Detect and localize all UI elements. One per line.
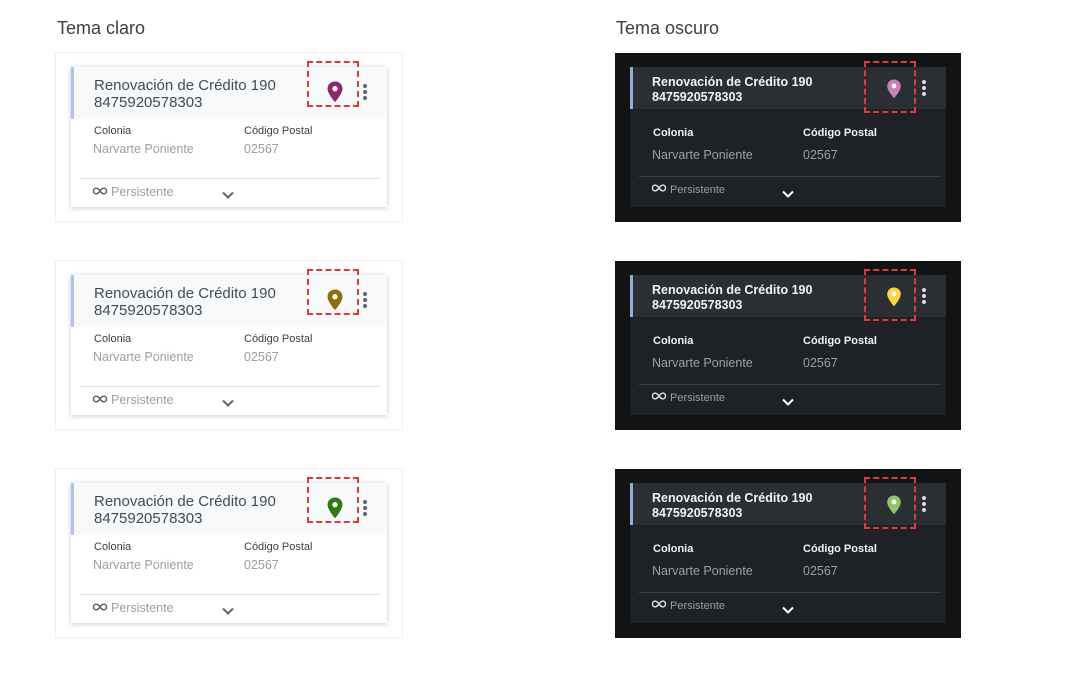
infinity-icon bbox=[651, 599, 667, 612]
infinity-icon bbox=[92, 393, 108, 407]
infinity-icon bbox=[92, 185, 108, 199]
colonia-label: Colonia bbox=[653, 335, 694, 347]
dark-card-frame: Renovación de Crédito 190 8475920578303 Co… bbox=[615, 261, 961, 430]
card-footer: Persistente bbox=[92, 185, 174, 199]
card-title-line-1: Renovación de Crédito 190 bbox=[94, 77, 276, 94]
persistence-label: Persistente bbox=[111, 185, 174, 199]
colonia-value: Narvarte Poniente bbox=[652, 564, 753, 578]
card-divider bbox=[80, 386, 380, 387]
light-theme-heading: Tema claro bbox=[57, 18, 146, 38]
highlight-box bbox=[864, 269, 916, 321]
credit-card-item[interactable]: Renovación de Crédito 190 8475920578303 Co… bbox=[630, 477, 946, 623]
codigo-postal-label: Código Postal bbox=[244, 333, 313, 345]
card-divider bbox=[639, 592, 939, 593]
chevron-down-icon[interactable] bbox=[221, 395, 235, 407]
codigo-postal-label: Código Postal bbox=[803, 543, 877, 555]
card-footer: Persistente bbox=[92, 601, 174, 615]
infinity-icon bbox=[651, 183, 667, 196]
persistence-label: Persistente bbox=[670, 391, 726, 404]
more-vertical-icon[interactable] bbox=[921, 287, 927, 305]
colonia-label: Colonia bbox=[653, 127, 694, 139]
card-title-line-2: 8475920578303 bbox=[652, 298, 743, 312]
card-footer: Persistente bbox=[92, 393, 174, 407]
highlight-box bbox=[307, 61, 359, 107]
card-title-line-2: 8475920578303 bbox=[94, 302, 203, 319]
colonia-value: Narvarte Poniente bbox=[93, 142, 194, 156]
chevron-down-icon[interactable] bbox=[781, 602, 795, 614]
more-vertical-icon[interactable] bbox=[362, 499, 368, 517]
infinity-icon bbox=[92, 601, 108, 615]
colonia-value: Narvarte Poniente bbox=[652, 356, 753, 370]
card-title-line-2: 8475920578303 bbox=[652, 90, 743, 104]
card-footer: Persistente bbox=[651, 599, 725, 612]
card-divider bbox=[639, 176, 939, 177]
credit-card-item[interactable]: Renovación de Crédito 190 8475920578303 Co… bbox=[71, 269, 387, 415]
chevron-down-icon[interactable] bbox=[221, 187, 235, 199]
more-vertical-icon[interactable] bbox=[921, 79, 927, 97]
card-title-line-1: Renovación de Crédito 190 bbox=[652, 491, 813, 505]
codigo-postal-value: 02567 bbox=[244, 558, 279, 572]
card-footer: Persistente bbox=[651, 183, 725, 196]
credit-card-item[interactable]: Renovación de Crédito 190 8475920578303 Co… bbox=[71, 61, 387, 207]
infinity-icon bbox=[651, 391, 667, 404]
codigo-postal-label: Código Postal bbox=[803, 127, 877, 139]
colonia-label: Colonia bbox=[94, 125, 132, 137]
chevron-down-icon[interactable] bbox=[221, 603, 235, 615]
card-title-line-1: Renovación de Crédito 190 bbox=[652, 75, 813, 89]
credit-card-item[interactable]: Renovación de Crédito 190 8475920578303 Co… bbox=[71, 477, 387, 623]
codigo-postal-value: 02567 bbox=[244, 142, 279, 156]
card-title: Renovación de Crédito 190 8475920578303 bbox=[94, 77, 276, 111]
more-vertical-icon[interactable] bbox=[362, 291, 368, 309]
colonia-label: Colonia bbox=[94, 333, 132, 345]
card-title: Renovación de Crédito 190 8475920578303 bbox=[652, 283, 812, 313]
dark-theme-heading: Tema oscuro bbox=[616, 18, 720, 38]
card-title: Renovación de Crédito 190 8475920578303 bbox=[652, 75, 812, 105]
card-title-line-2: 8475920578303 bbox=[94, 94, 203, 111]
colonia-value: Narvarte Poniente bbox=[652, 148, 753, 162]
card-title-line-1: Renovación de Crédito 190 bbox=[94, 285, 276, 302]
card-divider bbox=[639, 384, 939, 385]
codigo-postal-value: 02567 bbox=[803, 148, 838, 162]
credit-card-item[interactable]: Renovación de Crédito 190 8475920578303 Co… bbox=[630, 269, 946, 415]
card-footer: Persistente bbox=[651, 391, 725, 404]
card-title: Renovación de Crédito 190 8475920578303 bbox=[94, 493, 276, 527]
codigo-postal-label: Código Postal bbox=[803, 335, 877, 347]
highlight-box bbox=[864, 477, 916, 529]
card-title: Renovación de Crédito 190 8475920578303 bbox=[652, 491, 812, 521]
codigo-postal-label: Código Postal bbox=[244, 541, 313, 553]
card-divider bbox=[80, 594, 380, 595]
more-vertical-icon[interactable] bbox=[362, 83, 368, 101]
dark-card-frame: Renovación de Crédito 190 8475920578303 Co… bbox=[615, 469, 961, 638]
light-card-frame: Renovación de Crédito 190 8475920578303 Co… bbox=[55, 260, 403, 430]
more-vertical-icon[interactable] bbox=[921, 495, 927, 513]
card-title-line-1: Renovación de Crédito 190 bbox=[94, 493, 276, 510]
credit-card-item[interactable]: Renovación de Crédito 190 8475920578303 Co… bbox=[630, 61, 946, 207]
persistence-label: Persistente bbox=[111, 393, 174, 407]
persistence-label: Persistente bbox=[111, 601, 174, 615]
colonia-label: Colonia bbox=[653, 543, 694, 555]
card-divider bbox=[80, 178, 380, 179]
persistence-label: Persistente bbox=[670, 183, 726, 196]
dark-card-frame: Renovación de Crédito 190 8475920578303 Co… bbox=[615, 53, 961, 222]
codigo-postal-value: 02567 bbox=[803, 356, 838, 370]
card-title-line-2: 8475920578303 bbox=[652, 506, 743, 520]
codigo-postal-value: 02567 bbox=[244, 350, 279, 364]
colonia-value: Narvarte Poniente bbox=[93, 558, 194, 572]
codigo-postal-value: 02567 bbox=[803, 564, 838, 578]
colonia-value: Narvarte Poniente bbox=[93, 350, 194, 364]
card-title-line-2: 8475920578303 bbox=[94, 510, 203, 527]
highlight-box bbox=[307, 477, 359, 523]
persistence-label: Persistente bbox=[670, 599, 726, 612]
light-card-frame: Renovación de Crédito 190 8475920578303 Co… bbox=[55, 52, 403, 222]
highlight-box bbox=[864, 61, 916, 113]
colonia-label: Colonia bbox=[94, 541, 132, 553]
chevron-down-icon[interactable] bbox=[781, 394, 795, 406]
chevron-down-icon[interactable] bbox=[781, 186, 795, 198]
codigo-postal-label: Código Postal bbox=[244, 125, 313, 137]
highlight-box bbox=[307, 269, 359, 315]
light-card-frame: Renovación de Crédito 190 8475920578303 Co… bbox=[55, 468, 403, 638]
card-title: Renovación de Crédito 190 8475920578303 bbox=[94, 285, 276, 319]
card-title-line-1: Renovación de Crédito 190 bbox=[652, 283, 813, 297]
